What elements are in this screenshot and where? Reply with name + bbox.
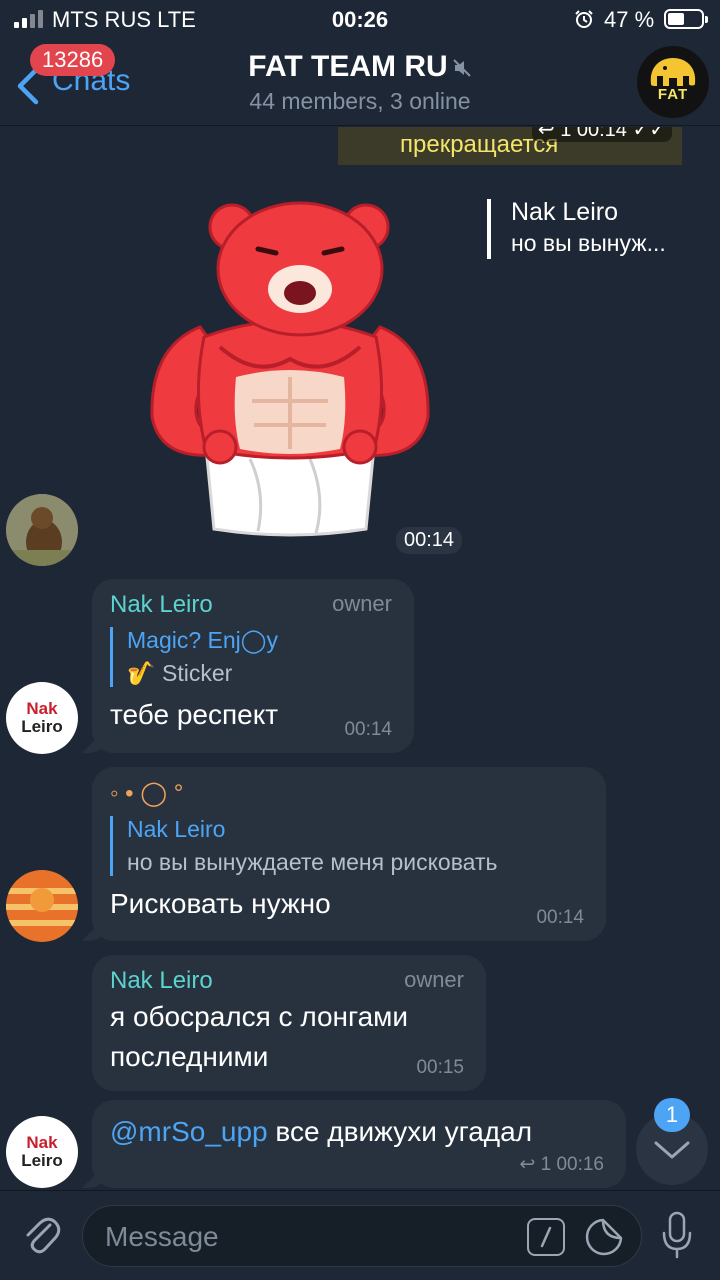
reply-arrow-icon: ↩ xyxy=(537,127,555,141)
message-time: 00:14 xyxy=(536,907,584,928)
logo-line1: Nak xyxy=(26,699,58,718)
quoted-text: 🎷 Sticker xyxy=(127,660,233,686)
bear-photo-icon xyxy=(6,494,78,566)
elephant-logo-icon xyxy=(650,58,696,86)
logo-line2: Leiro xyxy=(21,717,63,736)
media-meta-text: 1 00:14 xyxy=(560,127,627,141)
quoted-sender: Nak Leiro xyxy=(127,816,226,842)
avatar[interactable] xyxy=(6,494,78,566)
microphone-icon[interactable] xyxy=(660,1211,694,1261)
orange-sweater-icon xyxy=(6,870,78,942)
message-input[interactable] xyxy=(105,1218,505,1256)
reply-text: но вы вынуж... xyxy=(511,230,666,256)
owner-badge: owner xyxy=(332,591,392,616)
avatar[interactable] xyxy=(6,870,78,942)
media-meta: ↩ 1 00:14 ✓✓ xyxy=(531,127,672,142)
alarm-icon xyxy=(575,10,593,28)
sticker-icon[interactable] xyxy=(585,1216,625,1256)
avatar[interactable]: Nak Leiro xyxy=(6,682,78,754)
message-meta-text: 1 00:16 xyxy=(540,1154,604,1175)
owner-badge: owner xyxy=(404,967,464,992)
mention-link[interactable]: @mrSo_upp xyxy=(110,1116,268,1147)
message-text: Рисковать нужно xyxy=(110,888,331,919)
avatar[interactable]: Nak Leiro xyxy=(6,1116,78,1188)
chat-header: Chats 13286 FAT TEAM RU 44 members, 3 on… xyxy=(0,40,720,126)
message-text-line1: я обосрался с лонгами xyxy=(110,1001,409,1032)
paperclip-icon[interactable] xyxy=(20,1213,62,1255)
group-avatar[interactable]: FAT xyxy=(637,46,709,118)
nak-leiro-logo: Nak Leiro xyxy=(6,700,78,736)
quoted-reply[interactable]: Nak Leiro но вы вынуждаете меня рисковат… xyxy=(110,816,586,876)
message-bubble[interactable]: Nak Leiro owner я обосрался с лонгами по… xyxy=(92,955,486,1091)
slash-icon xyxy=(540,1226,552,1248)
logo-line1: Nak xyxy=(26,1133,58,1152)
quoted-text: но вы вынуждаете меня рисковать xyxy=(127,849,498,875)
message-field[interactable] xyxy=(82,1205,642,1267)
message-text-body: все движухи угадал xyxy=(267,1116,533,1147)
quoted-sender: Magic? Enj◯y xyxy=(127,627,279,653)
mute-icon xyxy=(453,59,471,77)
chat-title-text: FAT TEAM RU xyxy=(248,50,448,83)
nak-leiro-logo: Nak Leiro xyxy=(6,1134,78,1170)
message-meta: ↩ 1 00:16 xyxy=(519,1153,604,1176)
reply-arrow-icon: ↩ xyxy=(519,1154,541,1175)
reply-sender: Nak Leiro xyxy=(511,198,618,226)
commands-button[interactable] xyxy=(527,1218,565,1256)
message-list[interactable]: прекращается ↩ 1 00:14 ✓✓ Nak Leiro но в… xyxy=(0,127,720,1190)
message-bubble[interactable]: Nak Leiro owner Magic? Enj◯y 🎷 Sticker т… xyxy=(92,579,414,753)
battery-icon xyxy=(664,9,708,29)
quoted-reply[interactable]: Magic? Enj◯y 🎷 Sticker xyxy=(110,627,394,687)
group-avatar-label: FAT xyxy=(657,86,689,103)
message-bubble[interactable]: @mrSo_upp все движухи угадал ↩ 1 00:16 xyxy=(92,1100,626,1188)
message-time: 00:15 xyxy=(416,1057,464,1078)
new-messages-badge: 1 xyxy=(654,1098,690,1132)
message-text: @mrSo_upp все движухи угадал xyxy=(110,1112,606,1152)
chat-title[interactable]: FAT TEAM RU xyxy=(0,50,720,84)
read-checkmarks-icon: ✓✓ xyxy=(632,127,666,141)
message-bubble[interactable]: ◦ • ◯ ° Nak Leiro но вы вынуждаете меня … xyxy=(92,767,606,941)
status-bar: MTS RUS LTE 00:26 47 % xyxy=(0,0,720,40)
chat-subtitle: 44 members, 3 online xyxy=(249,88,471,114)
sticker-time: 00:14 xyxy=(396,527,463,554)
battery-percent: 47 % xyxy=(604,7,655,32)
sticker-reply-preview[interactable]: Nak Leiro но вы вынуж... xyxy=(487,199,666,259)
red-bear-sticker-icon[interactable] xyxy=(140,197,440,537)
input-bar xyxy=(0,1190,720,1280)
media-message[interactable]: прекращается ↩ 1 00:14 ✓✓ xyxy=(338,127,682,165)
message-sender[interactable]: ◦ • ◯ ° xyxy=(110,779,586,808)
message-text-line2: последними xyxy=(110,1041,269,1072)
logo-line2: Leiro xyxy=(21,1151,63,1170)
message-time: 00:14 xyxy=(344,719,392,740)
